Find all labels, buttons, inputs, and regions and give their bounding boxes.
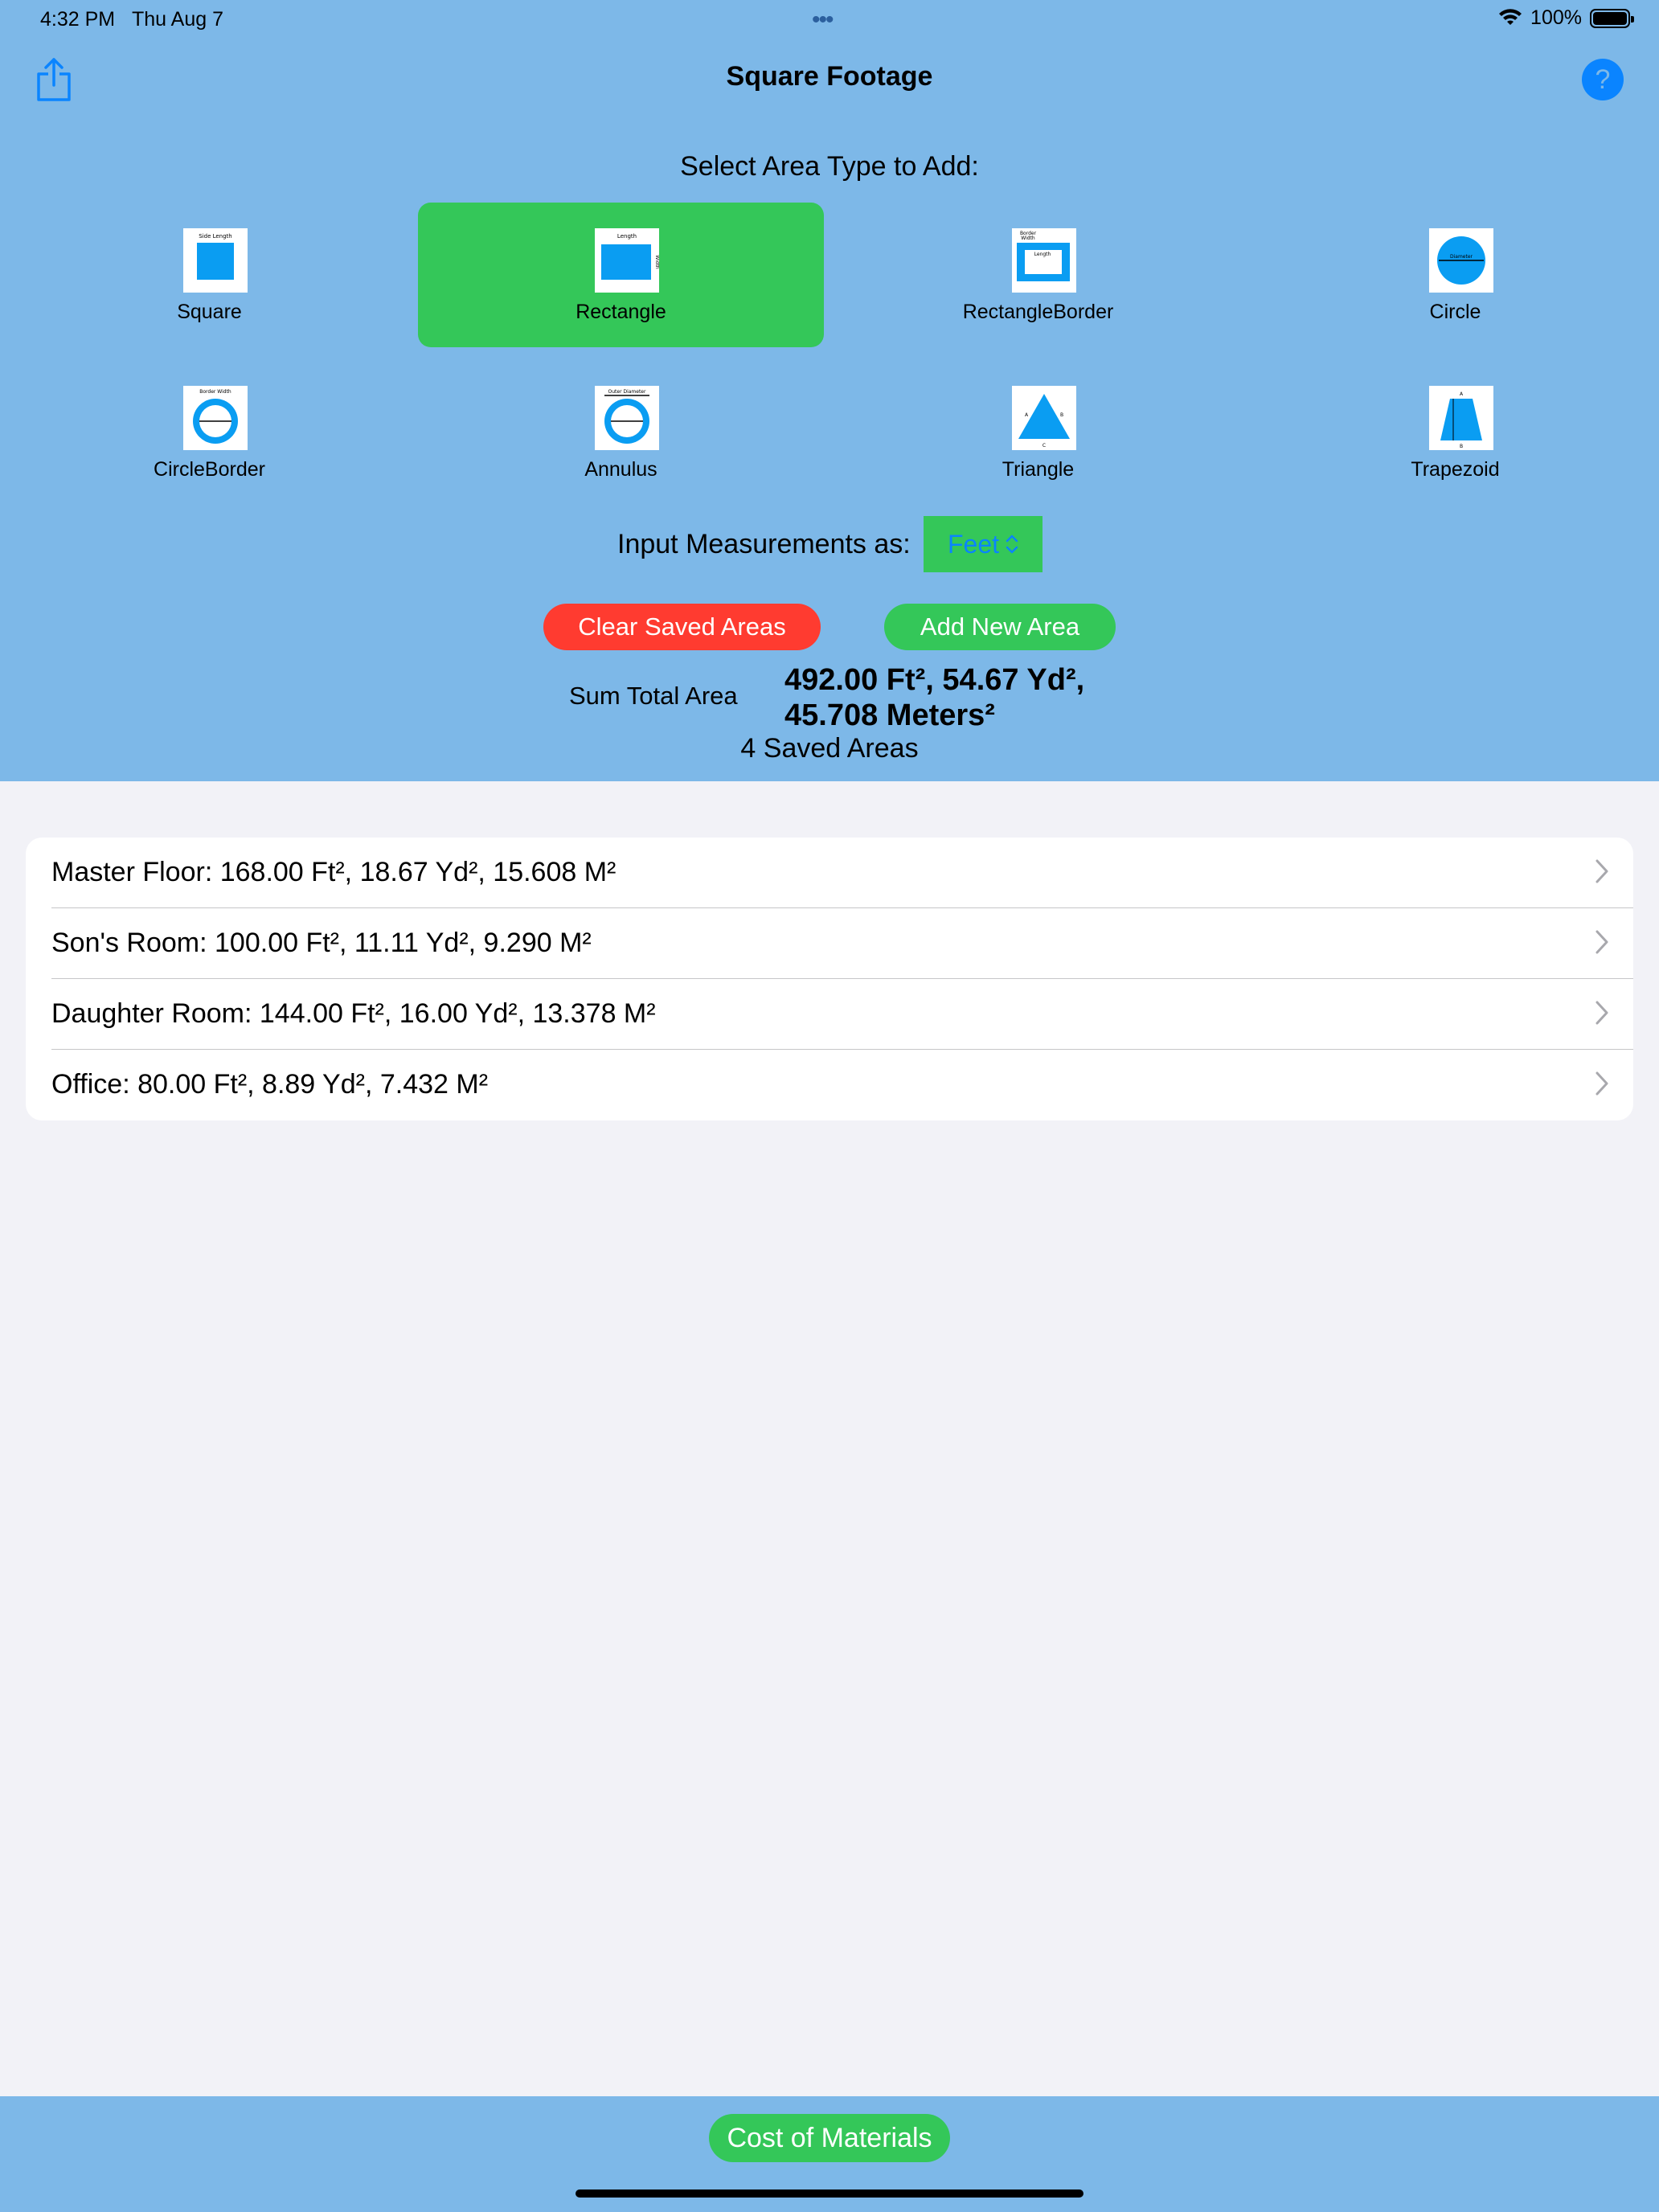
svg-text:Length: Length xyxy=(1034,252,1051,257)
saved-areas-list: Master Floor: 168.00 Ft², 18.67 Yd², 15.… xyxy=(26,838,1633,1120)
rectangle-shape-icon: Length Width xyxy=(595,228,659,293)
area-type-label: Trapezoid xyxy=(1411,458,1500,481)
chevron-up-down-icon xyxy=(1006,535,1018,554)
status-bar: 4:32 PM Thu Aug 7 ••• 100% xyxy=(0,0,1659,39)
area-type-rectangle[interactable]: Length Width Rectangle xyxy=(418,203,824,347)
area-type-rectangle-border[interactable]: Border Width Length RectangleBorder xyxy=(835,203,1241,347)
home-indicator[interactable] xyxy=(576,2189,1083,2198)
help-icon: ? xyxy=(1595,63,1611,95)
multitasking-dots[interactable]: ••• xyxy=(812,6,834,34)
circle-border-shape-icon: Border Width xyxy=(183,386,248,450)
unit-picker[interactable]: Feet xyxy=(924,516,1043,572)
list-item[interactable]: Master Floor: 168.00 Ft², 18.67 Yd², 15.… xyxy=(26,838,1633,908)
trapezoid-shape-icon: A B xyxy=(1429,386,1493,450)
battery-percent: 100% xyxy=(1530,6,1582,29)
area-type-label: Square xyxy=(177,301,242,323)
area-type-label: Circle xyxy=(1429,301,1481,323)
rectangle-border-shape-icon: Border Width Length xyxy=(1012,228,1076,293)
area-type-label: CircleBorder xyxy=(154,458,265,481)
chevron-right-icon xyxy=(1596,930,1608,954)
area-type-triangle[interactable]: C A B Triangle xyxy=(835,360,1241,505)
triangle-shape-icon: C A B xyxy=(1012,386,1076,450)
svg-text:Outer Diameter: Outer Diameter xyxy=(608,389,646,395)
svg-text:A: A xyxy=(1025,412,1029,418)
cost-of-materials-button[interactable]: Cost of Materials xyxy=(709,2114,950,2162)
help-button[interactable]: ? xyxy=(1582,59,1624,100)
unit-picker-value: Feet xyxy=(947,529,1000,559)
page-title: Square Footage xyxy=(726,61,933,92)
list-item-text: Office: 80.00 Ft², 8.89 Yd², 7.432 M² xyxy=(51,1069,489,1100)
wifi-icon xyxy=(1499,8,1522,25)
area-type-heading: Select Area Type to Add: xyxy=(680,151,979,182)
list-item-text: Master Floor: 168.00 Ft², 18.67 Yd², 15.… xyxy=(51,857,616,887)
svg-text:B: B xyxy=(1060,412,1063,418)
sum-total-line-1: 492.00 Ft², 54.67 Yd², xyxy=(784,663,1085,697)
area-type-label: Annulus xyxy=(584,458,657,481)
svg-text:Border Width: Border Width xyxy=(199,389,231,395)
clear-saved-areas-button[interactable]: Clear Saved Areas xyxy=(543,604,821,650)
area-type-label: Triangle xyxy=(1002,458,1075,481)
list-item[interactable]: Daughter Room: 144.00 Ft², 16.00 Yd², 13… xyxy=(26,979,1633,1050)
area-type-label: RectangleBorder xyxy=(962,301,1114,323)
svg-text:B: B xyxy=(1460,444,1463,449)
top-panel: 4:32 PM Thu Aug 7 ••• 100% Square Footag… xyxy=(0,0,1659,781)
list-item-text: Daughter Room: 144.00 Ft², 16.00 Yd², 13… xyxy=(51,998,656,1029)
bottom-toolbar: Cost of Materials xyxy=(0,2096,1659,2212)
add-new-area-button[interactable]: Add New Area xyxy=(884,604,1116,650)
annulus-shape-icon: Outer Diameter xyxy=(595,386,659,450)
area-type-label: Rectangle xyxy=(576,301,666,323)
battery-icon xyxy=(1590,8,1634,28)
status-date: Thu Aug 7 xyxy=(132,8,223,31)
list-item[interactable]: Office: 80.00 Ft², 8.89 Yd², 7.432 M² xyxy=(26,1050,1633,1120)
circle-shape-icon: Diameter xyxy=(1429,228,1493,293)
area-type-annulus[interactable]: Outer Diameter Annulus xyxy=(418,360,824,505)
svg-text:Width: Width xyxy=(654,255,659,269)
svg-text:Length: Length xyxy=(617,233,637,240)
status-right: 100% xyxy=(1498,6,1634,30)
svg-text:A: A xyxy=(1460,391,1464,397)
svg-text:Width: Width xyxy=(1021,236,1035,241)
list-item-text: Son's Room: 100.00 Ft², 11.11 Yd², 9.290… xyxy=(51,928,592,958)
sum-total-line-2: 45.708 Meters² xyxy=(784,698,995,732)
area-type-trapezoid[interactable]: A B Trapezoid xyxy=(1252,360,1658,505)
sum-total-label: Sum Total Area xyxy=(569,682,738,710)
square-shape-icon: Side Length xyxy=(183,228,248,293)
saved-areas-count: 4 Saved Areas xyxy=(740,733,919,764)
chevron-right-icon xyxy=(1596,1071,1608,1096)
area-type-square[interactable]: Side Length Square xyxy=(6,203,412,347)
svg-text:Side Length: Side Length xyxy=(199,233,232,240)
status-time: 4:32 PM xyxy=(40,8,116,31)
sum-total-values: 492.00 Ft², 54.67 Yd², 45.708 Meters² xyxy=(784,662,1154,733)
chevron-right-icon xyxy=(1596,859,1608,883)
svg-text:Diameter: Diameter xyxy=(1450,254,1473,260)
chevron-right-icon xyxy=(1596,1001,1608,1025)
svg-text:C: C xyxy=(1043,443,1046,449)
area-type-circle-border[interactable]: Border Width CircleBorder xyxy=(6,360,412,505)
measurement-label: Input Measurements as: xyxy=(617,529,911,559)
area-type-circle[interactable]: Diameter Circle xyxy=(1252,203,1658,347)
list-item[interactable]: Son's Room: 100.00 Ft², 11.11 Yd², 9.290… xyxy=(26,908,1633,979)
